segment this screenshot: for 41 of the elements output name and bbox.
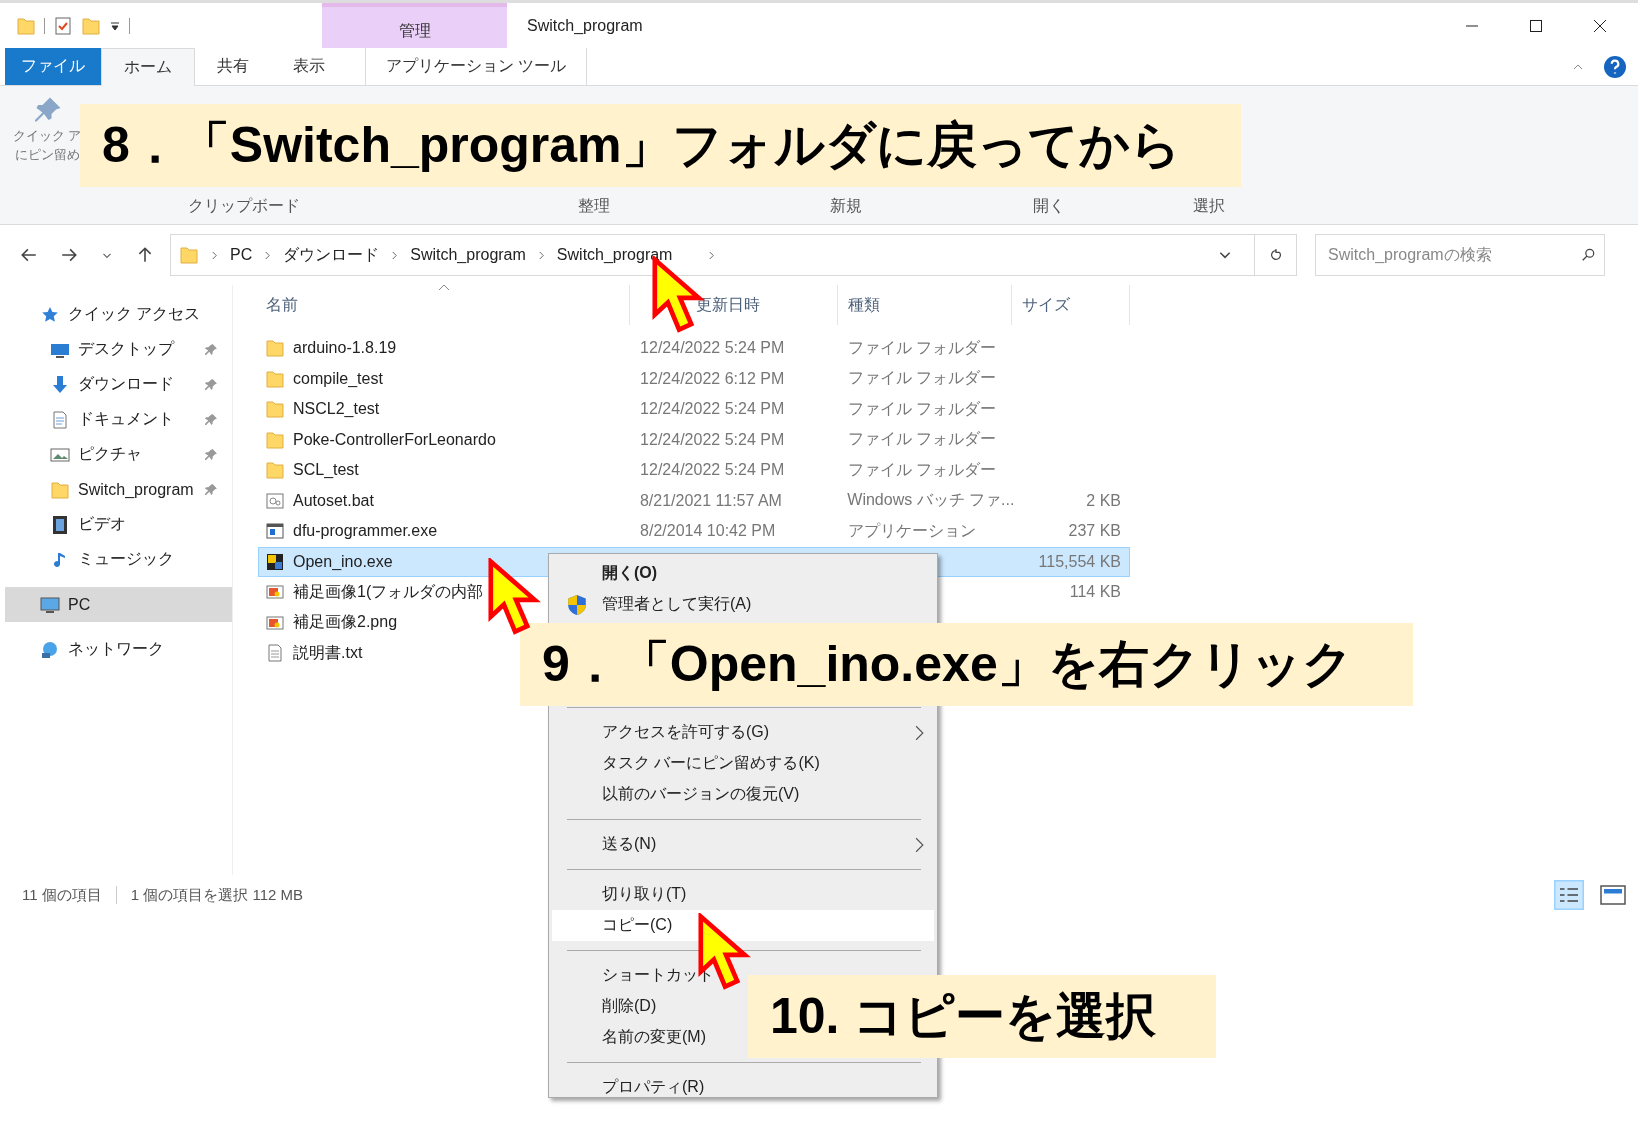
type-cell-text: アプリケーション [847, 520, 976, 541]
instruction-callout: 8．「Switch_program」フォルダに戻ってから [80, 104, 1241, 187]
size-cell: 115,554 KB [1038, 552, 1121, 571]
instruction-callout: 9．「Open_ino.exe」を右クリック [520, 623, 1413, 706]
file-name: SCL_test [293, 461, 359, 480]
file-name: Poke-ControllerForLeonardo [293, 430, 496, 449]
size-cell: 237 KB [1068, 522, 1121, 541]
window-title: Switch_program [527, 16, 643, 35]
size-cell: 114 KB [1069, 583, 1121, 602]
type-cell-text: ファイル フォルダー [847, 429, 997, 450]
item-count: 11 個の項目 [22, 885, 102, 905]
file-name: dfu-programmer.exe [293, 522, 438, 541]
date-cell: 12/24/2022 5:24 PM [640, 430, 785, 449]
date-cell: 12/24/2022 6:12 PM [640, 369, 785, 388]
type-cell-text: ファイル フォルダー [847, 337, 997, 358]
file-name: arduino-1.8.19 [293, 339, 397, 358]
file-name: 説明書.txt [293, 642, 363, 663]
date-cell: 12/24/2022 5:24 PM [640, 400, 785, 419]
instruction-callout: 10. コピーを選択 [748, 975, 1217, 1058]
ribbon-group-label: 開く [1033, 196, 1065, 216]
file-name: Open_ino.exe [293, 552, 393, 571]
ribbon-group-label: 選択 [1193, 196, 1225, 216]
selection-info: 1 個の項目を選択 112 MB [130, 885, 303, 905]
date-cell: 8/21/2021 11:57 AM [639, 491, 782, 510]
type-cell-text: ファイル フォルダー [847, 459, 997, 480]
file-name: 補足画像2.png [293, 612, 398, 633]
type-cell-text: ファイル フォルダー [847, 398, 997, 419]
type-cell-text: ファイル フォルダー [847, 368, 997, 389]
date-cell: 12/24/2022 5:24 PM [640, 461, 785, 480]
date-cell: 8/2/2014 10:42 PM [640, 522, 776, 541]
ribbon-group-label: 新規 [830, 196, 862, 216]
file-name: compile_test [293, 369, 383, 388]
ribbon-group-label: クリップボード [188, 196, 300, 216]
date-cell: 12/24/2022 5:24 PM [640, 339, 785, 358]
file-name: NSCL2_test [293, 400, 380, 419]
size-cell: 2 KB [1086, 491, 1121, 510]
ribbon-group-label: 整理 [578, 196, 610, 216]
file-name: Autoset.bat [293, 491, 374, 510]
type-cell-text: Windows バッチ ファ... [847, 490, 1015, 511]
file-name: 補足画像1(フォルダの内部 [293, 581, 484, 602]
context-tab-header: 管理 [322, 3, 507, 48]
